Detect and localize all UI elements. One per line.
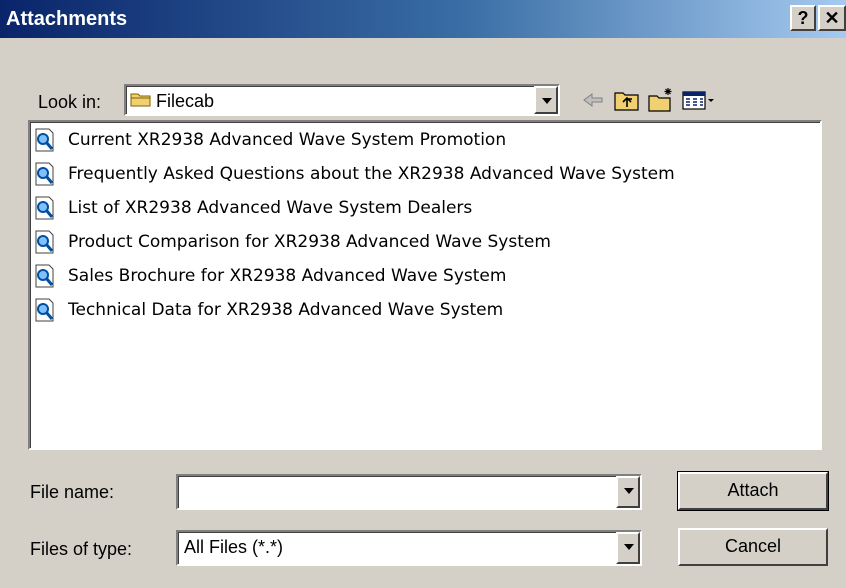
file-list[interactable]: Current XR2938 Advanced Wave System Prom… (28, 120, 822, 450)
files-of-type-value: All Files (*.*) (184, 537, 284, 557)
window-title: Attachments (6, 8, 128, 30)
folder-icon (130, 93, 151, 107)
file-name: Product Comparison for XR2938 Advanced W… (68, 232, 551, 252)
attach-button[interactable]: Attach (677, 471, 829, 511)
new-folder-icon[interactable] (646, 86, 676, 114)
document-magnifier-icon (35, 162, 54, 186)
file-name: Current XR2938 Advanced Wave System Prom… (68, 130, 507, 150)
file-name: Technical Data for XR2938 Advanced Wave … (68, 300, 504, 320)
look-in-combo[interactable]: Filecab (124, 84, 560, 116)
file-name: List of XR2938 Advanced Wave System Deal… (68, 198, 473, 218)
document-magnifier-icon (35, 264, 54, 288)
file-name: Frequently Asked Questions about the XR2… (68, 164, 675, 184)
back-arrow-icon[interactable] (578, 86, 608, 114)
view-menu-icon[interactable] (680, 86, 720, 114)
look-in-dropdown-button[interactable] (534, 86, 558, 114)
files-of-type-dropdown-button[interactable] (616, 532, 640, 564)
cancel-button[interactable]: Cancel (678, 528, 828, 566)
file-name-label: File name: (30, 482, 115, 502)
look-in-label: Look in: (38, 92, 102, 112)
document-magnifier-icon (35, 298, 54, 322)
attachments-dialog: Attachments ? ✕ Look in: Filecab Current… (0, 0, 846, 588)
files-of-type-label: Files of type: (30, 539, 133, 559)
close-button[interactable]: ✕ (818, 5, 846, 31)
look-in-value: Filecab (156, 91, 215, 111)
files-of-type-select[interactable]: All Files (*.*) (176, 530, 642, 566)
document-magnifier-icon (35, 196, 54, 220)
title-bar[interactable]: Attachments ? ✕ (0, 0, 846, 38)
file-name-field[interactable] (176, 474, 642, 510)
file-name-dropdown-button[interactable] (616, 476, 640, 508)
document-magnifier-icon (35, 230, 54, 254)
file-name: Sales Brochure for XR2938 Advanced Wave … (68, 266, 507, 286)
up-folder-icon[interactable] (612, 86, 642, 114)
help-button[interactable]: ? (790, 5, 816, 31)
document-magnifier-icon (35, 128, 54, 152)
